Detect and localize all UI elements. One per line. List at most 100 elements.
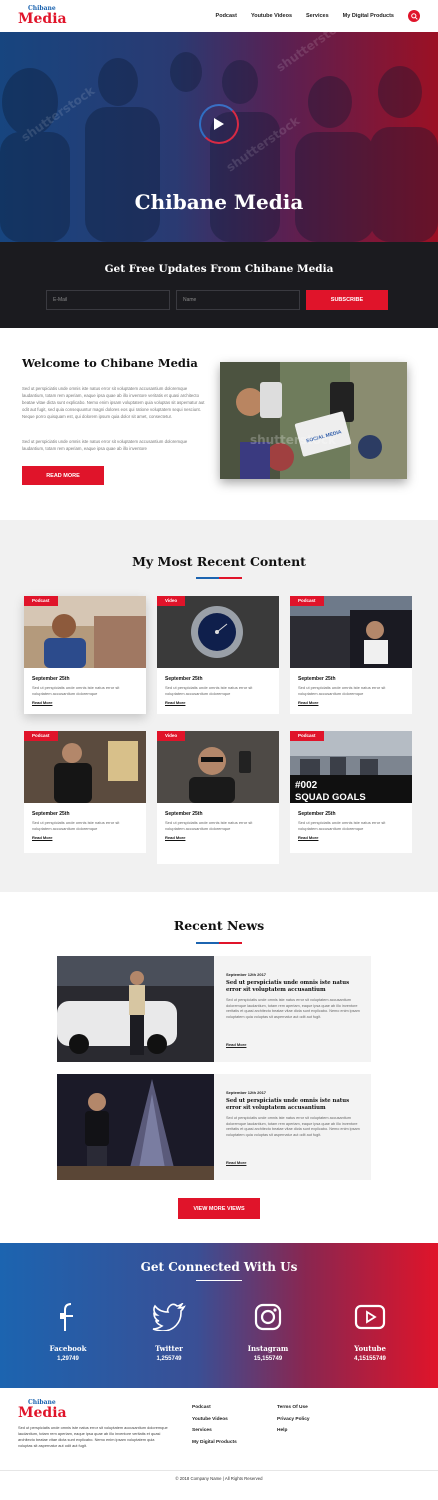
subscribe-button[interactable]: SUBSCRIBE [306, 290, 388, 310]
footer-link-services[interactable]: Services [192, 1428, 237, 1433]
card-read-more-link[interactable]: Read More [298, 835, 318, 840]
card-read-more-link[interactable]: Read More [298, 700, 318, 705]
twitter-icon [152, 1303, 186, 1331]
content-card[interactable]: Podcast September 25th Sed ut perspiciat… [290, 596, 412, 714]
news-card[interactable]: September 12th 2017 Sed ut perspiciatis … [57, 956, 371, 1062]
social-twitter[interactable]: Twitter 1,255749 [129, 1301, 209, 1362]
card-thumbnail: #002 SQUAD GOALS [290, 731, 412, 803]
nav-youtube-videos[interactable]: Youtube Videos [251, 13, 292, 19]
youtube-icon [354, 1304, 386, 1330]
instagram-icon [254, 1303, 282, 1331]
card-read-more-link[interactable]: Read More [165, 835, 185, 840]
squad-number-text: #002 [295, 780, 318, 791]
nav-my-digital-products[interactable]: My Digital Products [343, 13, 394, 19]
social-name: Youtube [354, 1344, 386, 1353]
card-description: Sed ut perspiciatis unde omnis iste natu… [165, 685, 253, 696]
card-date: September 25th [298, 676, 336, 682]
card-date: September 25th [165, 676, 203, 682]
welcome-image: SOCIAL MEDIA shutterstock [220, 362, 407, 479]
card-read-more-link[interactable]: Read More [165, 700, 185, 705]
footer-logo[interactable]: Chibane Media [18, 1400, 67, 1421]
card-tag: Video [157, 596, 186, 606]
section-divider [196, 577, 242, 579]
recent-news-title: Recent News [173, 918, 265, 933]
footer-links-legal: Terms Of Use Privacy Policy Help [277, 1405, 310, 1440]
content-card[interactable]: Video September 25th Sed ut perspiciatis… [157, 731, 279, 864]
squad-goals-text: SQUAD GOALS [295, 792, 366, 803]
card-description: Sed ut perspiciatis unde omnis iste natu… [165, 820, 253, 831]
copyright-text: © 2018 Company Name | All Rights Reserve… [175, 1476, 263, 1481]
social-instagram[interactable]: Instagram 15,155749 [228, 1301, 308, 1362]
social-count: 4,15155749 [354, 1356, 386, 1362]
social-count: 15,155749 [253, 1356, 283, 1362]
social-youtube[interactable]: Youtube 4,15155749 [330, 1301, 410, 1362]
news-read-more-link[interactable]: Read More [226, 1042, 246, 1047]
footer-link-podcast[interactable]: Podcast [192, 1405, 237, 1410]
search-button[interactable] [408, 10, 420, 22]
card-tag: Podcast [24, 731, 58, 741]
footer-link-privacy[interactable]: Privacy Policy [277, 1417, 310, 1422]
recent-content-section: My Most Recent Content Podcast September… [0, 520, 438, 892]
play-video-button[interactable] [199, 104, 239, 144]
nav-podcast[interactable]: Podcast [216, 13, 237, 19]
section-divider [196, 942, 242, 944]
news-read-more-link[interactable]: Read More [226, 1160, 246, 1165]
social-name: Twitter [155, 1344, 183, 1353]
footer-link-help[interactable]: Help [277, 1428, 310, 1433]
card-read-more-link[interactable]: Read More [32, 700, 52, 705]
logo-big-text: Media [18, 1405, 67, 1421]
subscribe-section: Get Free Updates From Chibane Media E-Ma… [0, 242, 438, 328]
card-tag: Podcast [24, 596, 58, 606]
email-field[interactable]: E-Mail [46, 290, 170, 310]
logo[interactable]: Chibane Media [18, 6, 67, 27]
news-body: Sed ut perspiciatis unde omnis iste natu… [226, 1116, 360, 1137]
name-field[interactable]: Name [176, 290, 300, 310]
card-date: September 25th [298, 811, 336, 817]
card-description: Sed ut perspiciatis unde omnis iste natu… [298, 685, 386, 696]
nav-services[interactable]: Services [306, 13, 329, 19]
site-footer: Chibane Media Sed ut perspiciatis unde o… [0, 1388, 438, 1500]
hero-banner: shutterstock shutterstock shutterstock C… [0, 32, 438, 242]
view-more-button[interactable]: VIEW MORE VIEWS [178, 1198, 260, 1219]
content-card[interactable]: Podcast September 25th Sed ut perspiciat… [24, 596, 146, 714]
news-date: September 12th 2017 [226, 972, 267, 977]
social-name: Instagram [247, 1344, 289, 1353]
welcome-paragraph: Sed ut perspiciatis unde omnis iste natu… [22, 439, 188, 451]
footer-link-my-digital-products[interactable]: My Digital Products [192, 1440, 237, 1445]
card-description: Sed ut perspiciatis unde omnis iste natu… [298, 820, 386, 831]
news-card[interactable]: September 12th 2017 Sed ut perspiciatis … [57, 1074, 371, 1180]
card-read-more-link[interactable]: Read More [32, 835, 52, 840]
card-description: Sed ut perspiciatis unde omnis iste natu… [32, 685, 120, 696]
footer-link-terms[interactable]: Terms Of Use [277, 1405, 310, 1410]
social-facebook[interactable]: Facebook 1,29749 [28, 1301, 108, 1362]
news-title: Sed ut perspiciatis unde omnis iste natu… [226, 980, 350, 993]
welcome-title: Welcome to Chibane Media [22, 356, 198, 370]
card-tag: Podcast [290, 596, 324, 606]
content-card[interactable]: #002 SQUAD GOALS Podcast September 25th … [290, 731, 412, 853]
social-count: 1,29749 [57, 1356, 79, 1362]
news-body: Sed ut perspiciatis unde omnis iste natu… [226, 998, 360, 1019]
card-date: September 25th [32, 676, 70, 682]
card-thumbnail [24, 596, 146, 668]
card-thumbnail [157, 596, 279, 668]
recent-content-title: My Most Recent Content [132, 554, 306, 569]
card-thumbnail [157, 731, 279, 803]
footer-link-youtube-videos[interactable]: Youtube Videos [192, 1417, 237, 1422]
footer-links-primary: Podcast Youtube Videos Services My Digit… [192, 1405, 237, 1451]
watermark-text: shutterstock [274, 32, 353, 74]
card-thumbnail [24, 731, 146, 803]
content-card[interactable]: Podcast September 25th Sed ut perspiciat… [24, 731, 146, 853]
read-more-button[interactable]: READ MORE [22, 466, 104, 485]
card-description: Sed ut perspiciatis unde omnis iste natu… [32, 820, 120, 831]
hero-title: Chibane Media [134, 190, 304, 214]
news-image [57, 956, 214, 1062]
main-nav: Podcast Youtube Videos Services My Digit… [216, 10, 420, 22]
site-header: Chibane Media Podcast Youtube Videos Ser… [0, 0, 438, 32]
card-date: September 25th [165, 811, 203, 817]
card-tag: Video [157, 731, 186, 741]
content-card[interactable]: Video September 25th Sed ut perspiciatis… [157, 596, 279, 714]
card-thumbnail [290, 596, 412, 668]
watermark-text: shutterstock [250, 433, 337, 447]
social-title: Get Connected With Us [140, 1260, 298, 1274]
card-date: September 25th [32, 811, 70, 817]
